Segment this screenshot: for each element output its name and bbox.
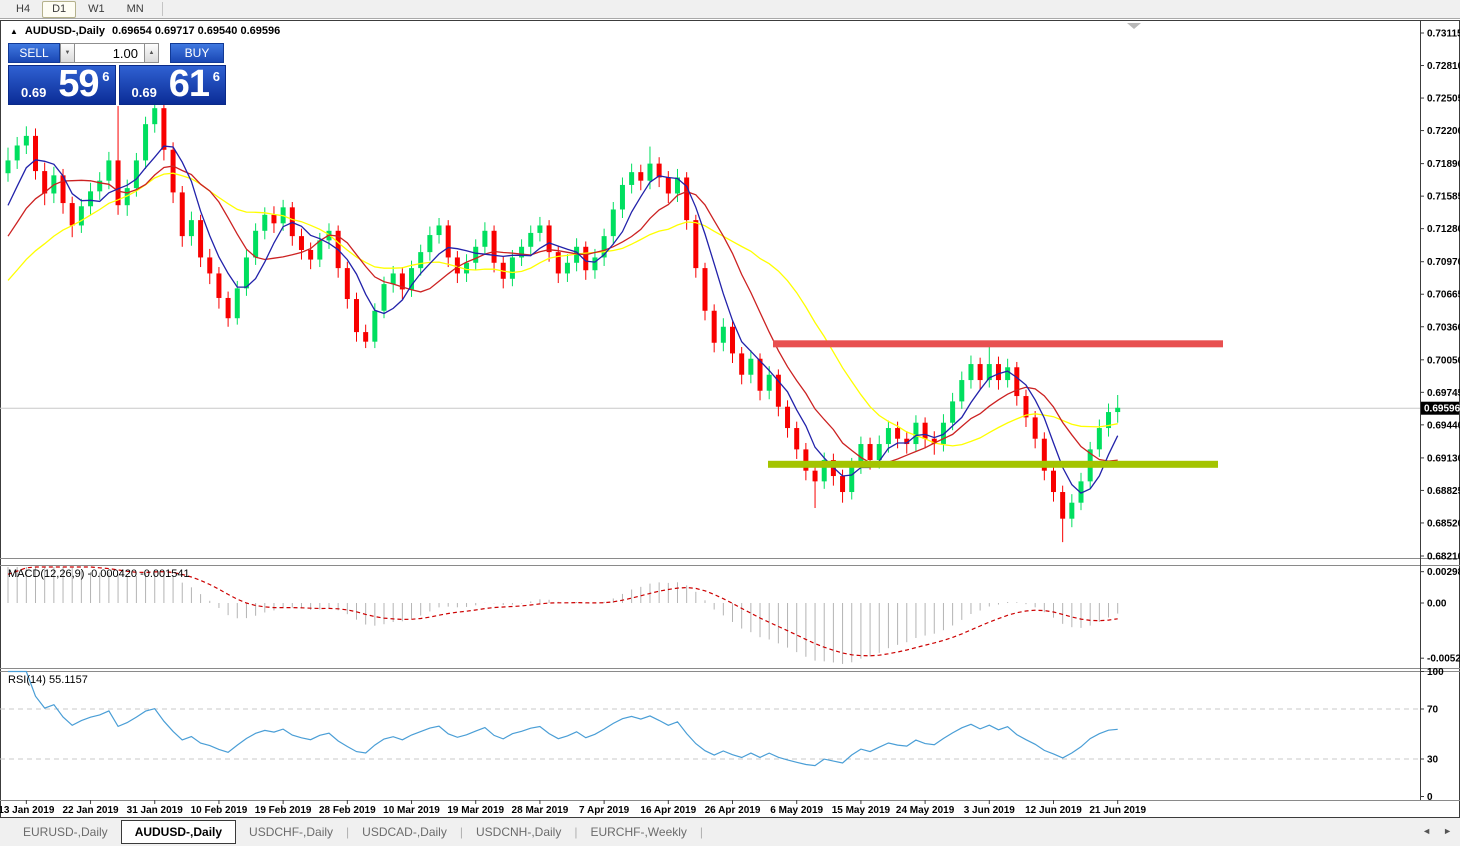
svg-text:0.70970: 0.70970 [1427,257,1460,268]
svg-text:0.70665: 0.70665 [1427,290,1460,301]
tab-scroll-left-icon[interactable]: ◄ [1422,826,1431,836]
svg-text:0.70360: 0.70360 [1427,322,1460,333]
tab-separator: | [700,825,703,839]
timeframe-toolbar: H4D1W1MN [0,0,1460,19]
price-chart-canvas[interactable]: MACD(12,26,9) -0.000420 -0.001541 RSI(14)… [0,20,1460,818]
application-window: H4D1W1MN MACD(12,26,9) -0.000420 -0.0015… [0,0,1460,846]
svg-text:70: 70 [1427,705,1439,716]
tab-audusd-daily[interactable]: AUDUSD-,Daily [121,820,236,844]
sell-price-box[interactable]: 0.69 59 6 [8,65,116,105]
chart-symbol-title: AUDUSD-,Daily [25,25,105,37]
svg-text:0.71890: 0.71890 [1427,159,1460,170]
spin-down-icon: ▼ [65,50,71,56]
svg-text:13 Jan 2019: 13 Jan 2019 [0,805,55,816]
sell-price-big: 59 [58,61,98,107]
timeframe-button-mn[interactable]: MN [117,1,154,18]
chart-header: ▲ AUDUSD-,Daily 0.69654 0.69717 0.69540 … [10,25,280,37]
svg-text:100: 100 [1427,667,1444,678]
svg-text:12 Jun 2019: 12 Jun 2019 [1025,805,1082,816]
svg-text:0.70050: 0.70050 [1427,355,1460,366]
svg-text:6 May 2019: 6 May 2019 [770,805,823,816]
svg-text:0.69440: 0.69440 [1427,420,1460,431]
sell-button[interactable]: SELL [8,43,60,63]
svg-text:0.72810: 0.72810 [1427,61,1460,72]
timeframe-button-h4[interactable]: H4 [6,1,40,18]
svg-text:3 Jun 2019: 3 Jun 2019 [964,805,1016,816]
svg-text:24 May 2019: 24 May 2019 [896,805,955,816]
svg-text:MACD(12,26,9) -0.000420 -0.001: MACD(12,26,9) -0.000420 -0.001541 [8,568,190,580]
svg-text:0.69130: 0.69130 [1427,453,1460,464]
svg-text:15 May 2019: 15 May 2019 [832,805,891,816]
svg-text:7 Apr 2019: 7 Apr 2019 [579,805,630,816]
sell-price-prefix: 0.69 [21,85,46,100]
resistance-line[interactable] [773,340,1223,347]
svg-text:19 Feb 2019: 19 Feb 2019 [255,805,312,816]
svg-text:22 Jan 2019: 22 Jan 2019 [62,805,119,816]
volume-input[interactable] [75,43,144,63]
svg-text:0.69745: 0.69745 [1427,388,1460,399]
svg-text:28 Mar 2019: 28 Mar 2019 [512,805,569,816]
svg-text:10 Feb 2019: 10 Feb 2019 [191,805,248,816]
svg-text:0.71585: 0.71585 [1427,192,1460,203]
svg-text:RSI(14) 55.1157: RSI(14) 55.1157 [8,674,88,686]
tab-usdcnh-daily[interactable]: USDCNH-,Daily [463,821,574,843]
svg-text:26 Apr 2019: 26 Apr 2019 [705,805,761,816]
one-click-trading-panel: SELL ▼ ▲ BUY 0.69 59 6 0.69 61 6 [8,43,226,105]
collapse-chart-icon[interactable]: ▲ [10,27,18,36]
support-line[interactable] [768,461,1218,468]
tab-eurusd-daily[interactable]: EURUSD-,Daily [10,821,121,843]
spacer [159,43,170,63]
buy-price-sup: 6 [213,69,220,84]
svg-text:16 Apr 2019: 16 Apr 2019 [640,805,696,816]
tab-scroll-right-icon[interactable]: ► [1443,826,1452,836]
svg-text:19 Mar 2019: 19 Mar 2019 [447,805,504,816]
timeframe-button-d1[interactable]: D1 [42,1,76,18]
svg-text:31 Jan 2019: 31 Jan 2019 [127,805,184,816]
toolbar-separator [162,2,163,16]
tab-usdchf-daily[interactable]: USDCHF-,Daily [236,821,346,843]
svg-text:21 Jun 2019: 21 Jun 2019 [1089,805,1146,816]
volume-decrease-button[interactable]: ▼ [60,43,75,63]
svg-text:28 Feb 2019: 28 Feb 2019 [319,805,376,816]
svg-text:0: 0 [1427,792,1433,803]
sell-price-sup: 6 [102,69,109,84]
symbol-tab-bar: EURUSD-,DailyAUDUSD-,DailyUSDCHF-,Daily |… [0,818,1460,846]
svg-text:0.68210: 0.68210 [1427,552,1460,563]
svg-text:-0.005256: -0.005256 [1427,654,1460,665]
tab-usdcad-daily[interactable]: USDCAD-,Daily [349,821,460,843]
buy-price-prefix: 0.69 [132,85,157,100]
buy-button[interactable]: BUY [170,43,224,63]
svg-text:0.002984: 0.002984 [1427,567,1460,578]
svg-text:30: 30 [1427,755,1439,766]
svg-text:0.68825: 0.68825 [1427,486,1460,497]
buy-price-box[interactable]: 0.69 61 6 [119,65,227,105]
spin-up-icon: ▲ [149,50,155,56]
svg-text:0.71280: 0.71280 [1427,224,1460,235]
svg-text:10 Mar 2019: 10 Mar 2019 [383,805,440,816]
svg-text:0.72505: 0.72505 [1427,94,1460,105]
timeframe-button-w1[interactable]: W1 [78,1,115,18]
chart-ohlc-values: 0.69654 0.69717 0.69540 0.69596 [112,25,280,37]
buy-price-big: 61 [169,61,209,107]
volume-increase-button[interactable]: ▲ [144,43,159,63]
svg-text:0.00: 0.00 [1427,599,1447,610]
tab-scroll-controls: ◄ ► [1422,826,1452,836]
svg-text:0.69596: 0.69596 [1424,404,1460,415]
svg-text:0.68520: 0.68520 [1427,518,1460,529]
tab-eurchf-weekly[interactable]: EURCHF-,Weekly [577,821,699,843]
svg-text:0.73115: 0.73115 [1427,29,1460,40]
svg-text:0.72200: 0.72200 [1427,126,1460,137]
